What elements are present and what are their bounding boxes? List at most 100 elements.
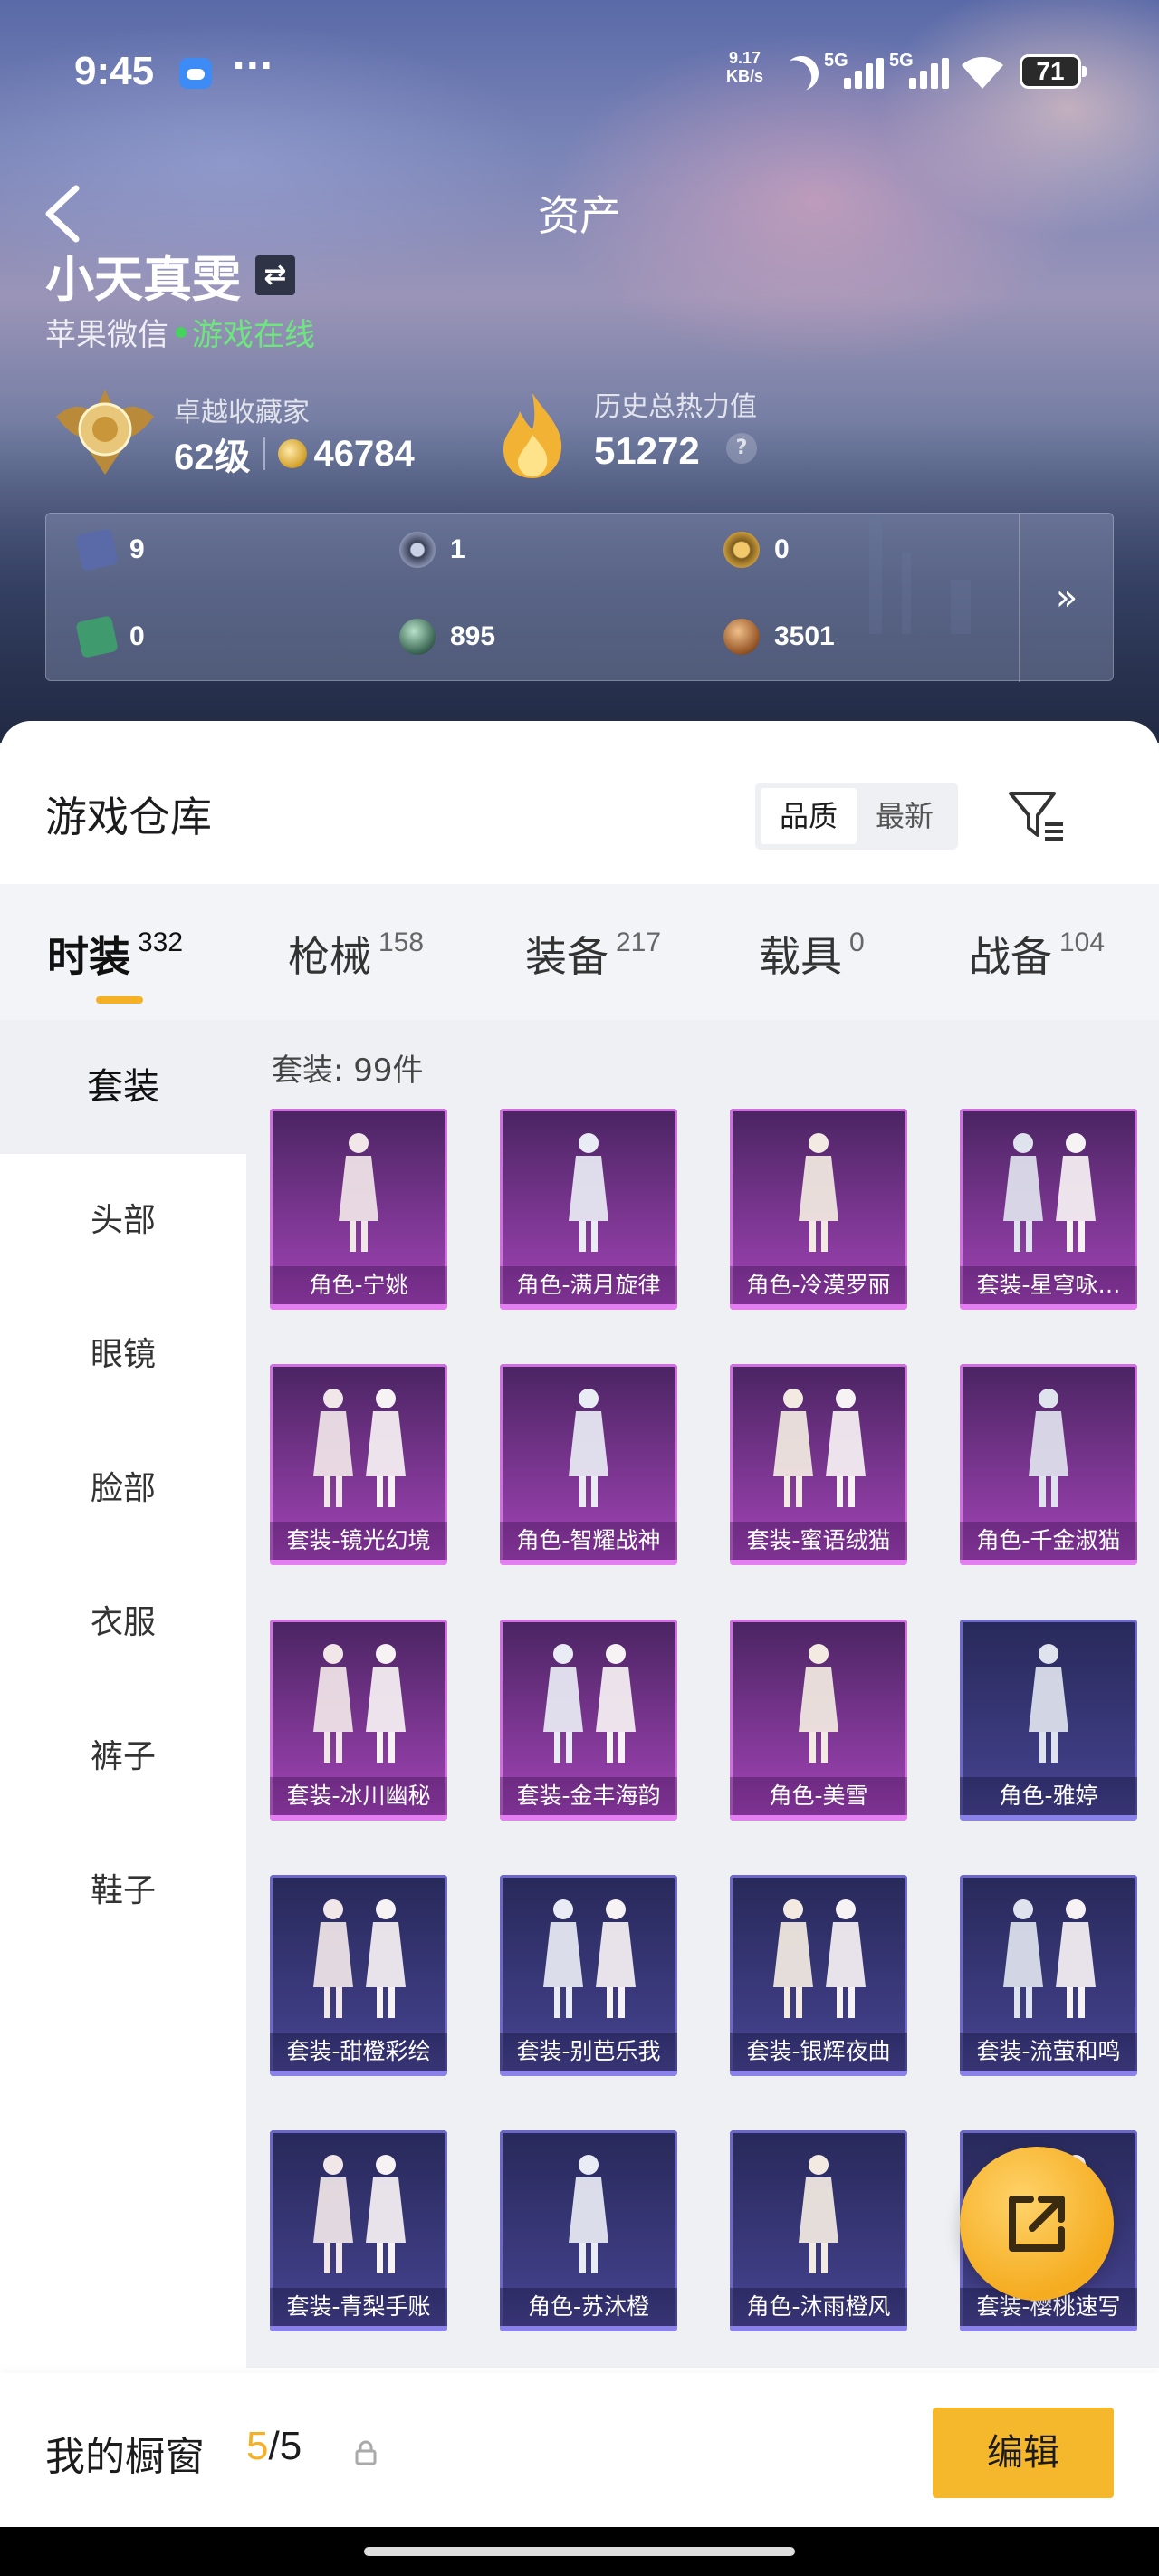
signal-bars-icon <box>844 58 887 89</box>
rarity-bar <box>270 1304 447 1310</box>
rarity-bar <box>730 2326 907 2331</box>
help-icon[interactable]: ? <box>726 433 757 464</box>
outfit-figure-icon <box>799 2155 838 2273</box>
outfit-figure-icon <box>569 1133 608 1252</box>
tab-count: 332 <box>138 928 184 957</box>
battery-icon: 71 <box>1020 54 1087 89</box>
platform-row: 苹果微信 游戏在线 <box>45 310 315 354</box>
orb-icon <box>399 619 436 655</box>
flame-icon <box>503 393 562 478</box>
card-icon <box>75 528 119 572</box>
edit-button[interactable]: 编辑 <box>933 2408 1114 2498</box>
tab-count: 217 <box>616 928 662 957</box>
sort-quality-button[interactable]: 品质 <box>761 788 857 844</box>
network-speed: 9.17 KB/s <box>726 49 763 85</box>
outfit-figure-icon <box>799 1133 838 1252</box>
rarity-bar <box>500 1304 677 1310</box>
sidebar-item-glasses[interactable]: 眼镜 <box>0 1288 246 1422</box>
stat-value: 0 <box>129 621 145 651</box>
item-label: 套装-镜光幻境 <box>270 1522 447 1560</box>
rarity-bar <box>960 1560 1137 1565</box>
item-label: 角色-雅婷 <box>960 1777 1137 1815</box>
stat-value: 0 <box>774 534 790 564</box>
showcase-footer: 我的橱窗 5/5 编辑 <box>0 2373 1159 2527</box>
item-card[interactable]: 套装-银辉夜曲 <box>730 1875 907 2076</box>
tab-equipment[interactable]: 装备 217 <box>525 924 661 984</box>
rarity-bar <box>500 2326 677 2331</box>
sidebar-item-face[interactable]: 脸部 <box>0 1422 246 1556</box>
stat-card: 9 <box>75 528 145 572</box>
outfit-figure-icon <box>569 1389 608 1507</box>
item-card[interactable]: 角色-美雪 <box>730 1620 907 1821</box>
item-card[interactable]: 套装-蜜语绒猫 <box>730 1364 907 1565</box>
item-card[interactable]: 角色-苏沐橙 <box>500 2130 677 2331</box>
page-title: 资产 <box>538 191 621 240</box>
active-tab-indicator <box>96 996 143 1004</box>
item-label: 套装-流萤和鸣 <box>960 2033 1137 2071</box>
network-speed-value: 9.17 <box>728 49 761 67</box>
tab-fashion[interactable]: 时装 332 <box>47 924 183 984</box>
stat-token: 1 <box>399 532 465 568</box>
rarity-bar <box>500 1815 677 1821</box>
item-label: 角色-沐雨橙风 <box>730 2288 907 2326</box>
item-card[interactable]: 角色-冷漠罗丽 <box>730 1109 907 1310</box>
sidebar-item-head[interactable]: 头部 <box>0 1154 246 1288</box>
outfit-figure-icon <box>313 1644 406 1763</box>
tab-gear[interactable]: 战备 104 <box>969 924 1105 984</box>
tab-count: 104 <box>1059 928 1106 957</box>
item-card[interactable]: 角色-智耀战神 <box>500 1364 677 1565</box>
tab-vehicles[interactable]: 载具 0 <box>759 924 865 984</box>
hero-banner: 9:45 ··· 9.17 KB/s 5G 5G 71 资产 小天真雯 ⇄ 苹果… <box>0 0 1159 743</box>
share-fab[interactable] <box>960 2147 1114 2301</box>
showcase-count: 5/5 <box>246 2424 302 2469</box>
item-label: 套装-甜橙彩绘 <box>270 2033 447 2071</box>
outfit-figure-icon <box>313 2155 406 2273</box>
switch-account-icon[interactable]: ⇄ <box>255 255 295 295</box>
sidebar-item-shoes[interactable]: 鞋子 <box>0 1824 246 1958</box>
item-card[interactable]: 套装-金丰海韵 <box>500 1620 677 1821</box>
tab-weapons[interactable]: 枪械 158 <box>288 924 424 984</box>
item-card[interactable]: 套装-流萤和鸣 <box>960 1875 1137 2076</box>
subcategory-sidebar: 套装 头部 眼镜 脸部 衣服 裤子 鞋子 <box>0 1020 246 2368</box>
stats-expand-button[interactable]: » <box>1019 514 1113 682</box>
stat-green-card: 0 <box>75 615 145 658</box>
online-dot-icon <box>176 326 187 338</box>
item-label: 套装-星穹咏… <box>960 1266 1137 1304</box>
item-card[interactable]: 套装-甜橙彩绘 <box>270 1875 447 2076</box>
sidebar-item-clothes[interactable]: 衣服 <box>0 1556 246 1690</box>
stat-value: 1 <box>450 534 465 564</box>
rarity-bar <box>960 1304 1137 1310</box>
item-card[interactable]: 套装-别芭乐我 <box>500 1875 677 2076</box>
bronze-coin-icon <box>723 619 760 655</box>
item-card[interactable]: 角色-满月旋律 <box>500 1109 677 1310</box>
collector-badge-icon <box>56 389 154 475</box>
item-label: 角色-冷漠罗丽 <box>730 1266 907 1304</box>
outfit-figure-icon <box>1029 1389 1068 1507</box>
item-card[interactable]: 套装-青梨手账 <box>270 2130 447 2331</box>
rarity-bar <box>500 1560 677 1565</box>
item-card[interactable]: 套装-星穹咏… <box>960 1109 1137 1310</box>
network-speed-unit: KB/s <box>726 67 764 85</box>
tab-count: 0 <box>849 928 865 957</box>
outfit-figure-icon <box>1029 1644 1068 1763</box>
item-card[interactable]: 角色-雅婷 <box>960 1620 1137 1821</box>
category-tabs: 时装 332 枪械 158 装备 217 载具 0 战备 104 <box>0 884 1159 1020</box>
item-card[interactable]: 套装-镜光幻境 <box>270 1364 447 1565</box>
user-name-row: 小天真雯 ⇄ <box>45 239 295 311</box>
sort-newest-button[interactable]: 最新 <box>857 788 953 844</box>
sidebar-item-outfit[interactable]: 套装 <box>0 1020 246 1154</box>
filter-icon[interactable] <box>1007 788 1067 844</box>
item-card[interactable]: 角色-千金淑猫 <box>960 1364 1137 1565</box>
item-label: 套装-别芭乐我 <box>500 2033 677 2071</box>
heat-value: 51272 <box>594 429 700 472</box>
outfit-figure-icon <box>313 1899 406 2018</box>
sidebar-item-pants[interactable]: 裤子 <box>0 1690 246 1824</box>
item-card[interactable]: 角色-沐雨橙风 <box>730 2130 907 2331</box>
home-indicator[interactable] <box>364 2547 795 2556</box>
item-card[interactable]: 角色-宁姚 <box>270 1109 447 1310</box>
rarity-bar <box>960 1815 1137 1821</box>
signal-bars-icon <box>909 58 953 89</box>
item-card[interactable]: 套装-冰川幽秘 <box>270 1620 447 1821</box>
stat-bronze-coin: 3501 <box>723 619 835 655</box>
item-label: 角色-满月旋律 <box>500 1266 677 1304</box>
